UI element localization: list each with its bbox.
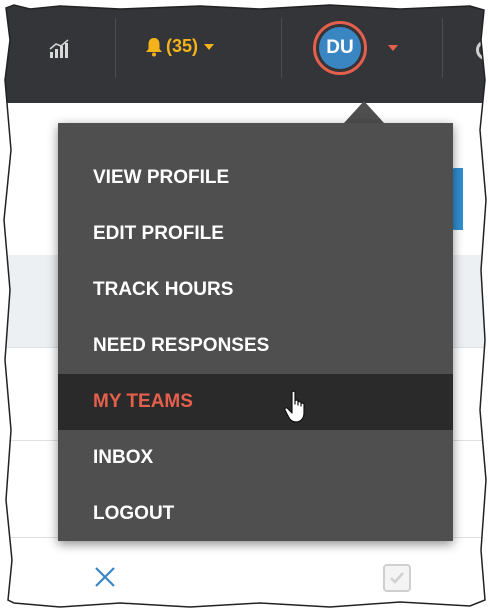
user-avatar[interactable]: DU (313, 21, 367, 75)
menu-item-edit-profile[interactable]: EDIT PROFILE (58, 206, 453, 262)
nav-divider (281, 18, 282, 78)
x-icon[interactable] (93, 565, 117, 589)
nav-divider (442, 18, 443, 78)
top-nav-bar: (35) DU (0, 0, 491, 103)
menu-item-my-teams[interactable]: MY TEAMS (58, 374, 453, 430)
notification-count: (35) (166, 36, 199, 56)
hand-pointer-icon (284, 390, 305, 423)
checkmark-icon (390, 572, 404, 584)
menu-item-view-profile[interactable]: VIEW PROFILE (58, 150, 453, 206)
chevron-down-icon[interactable] (388, 45, 398, 51)
user-dropdown-menu: VIEW PROFILE EDIT PROFILE TRACK HOURS NE… (58, 123, 453, 541)
bell-icon (146, 37, 162, 56)
avatar-initials: DU (319, 27, 361, 69)
menu-pointer (344, 101, 384, 123)
settings-icon[interactable] (476, 40, 491, 60)
menu-item-label: MY TEAMS (93, 391, 193, 412)
menu-item-need-responses[interactable]: NEED RESPONSES (58, 318, 453, 374)
bar-chart-icon[interactable] (48, 38, 70, 60)
menu-item-logout[interactable]: LOGOUT (58, 486, 453, 542)
chevron-down-icon (204, 43, 215, 50)
menu-item-inbox[interactable]: INBOX (58, 430, 453, 486)
row-checkbox[interactable] (383, 564, 411, 592)
nav-divider (115, 18, 116, 78)
menu-item-track-hours[interactable]: TRACK HOURS (58, 262, 453, 318)
notifications-button[interactable]: (35) (145, 36, 217, 57)
